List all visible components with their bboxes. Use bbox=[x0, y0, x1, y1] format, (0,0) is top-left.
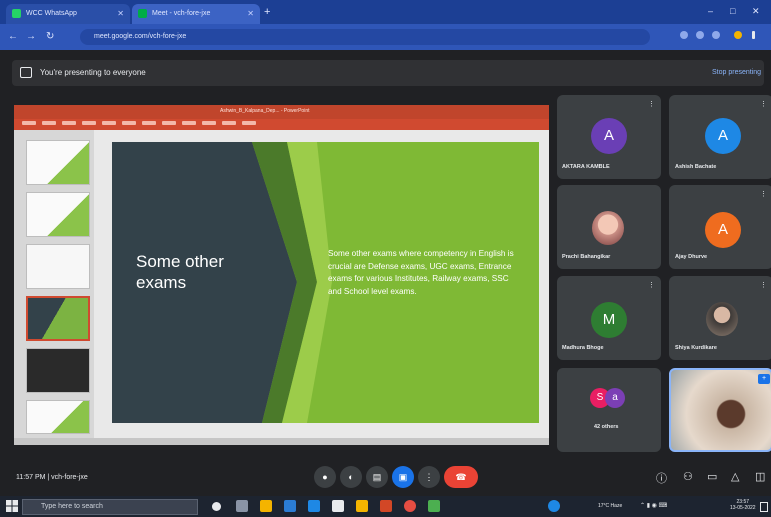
participant-avatar: a bbox=[605, 388, 625, 408]
participant-name: Madhura Bhoge bbox=[562, 345, 604, 351]
cortana-icon[interactable] bbox=[212, 502, 221, 511]
ribbon-tab[interactable] bbox=[242, 121, 256, 125]
ribbon-tab[interactable] bbox=[222, 121, 236, 125]
ribbon-tab[interactable] bbox=[202, 121, 216, 125]
present-screen-icon bbox=[20, 67, 32, 78]
tab-label: Meet - vch-fore-jxe bbox=[152, 10, 211, 17]
participant-avatar: A bbox=[705, 212, 741, 248]
reload-icon[interactable]: ↻ bbox=[46, 31, 54, 42]
present-icon[interactable]: ▣ bbox=[392, 466, 414, 488]
camera-icon[interactable]: ◐ bbox=[340, 466, 362, 488]
ribbon-tab[interactable] bbox=[82, 121, 96, 125]
tab-label: WCC WhatsApp bbox=[26, 10, 77, 17]
file-explorer-icon[interactable] bbox=[260, 500, 272, 512]
back-icon[interactable]: ← bbox=[8, 31, 18, 42]
info-icon[interactable]: ⓘ bbox=[656, 470, 667, 486]
powerpoint-status-bar bbox=[14, 438, 549, 445]
ribbon-tab[interactable] bbox=[42, 121, 56, 125]
mic-muted-icon: ⋮ bbox=[760, 101, 767, 108]
others-tile[interactable] bbox=[557, 368, 661, 452]
windows-start-icon[interactable] bbox=[6, 500, 18, 512]
host-controls-icon[interactable]: ◫ bbox=[755, 470, 765, 483]
participant-avatar: A bbox=[591, 118, 627, 154]
whatsapp-icon bbox=[12, 9, 21, 18]
stop-presenting-button[interactable]: Stop presenting bbox=[712, 69, 761, 76]
more-icon[interactable]: ⋮ bbox=[418, 466, 440, 488]
participant-avatar: A bbox=[705, 118, 741, 154]
app-icon[interactable] bbox=[548, 500, 560, 512]
meet-icon bbox=[138, 9, 147, 18]
slide-thumbnail[interactable] bbox=[26, 192, 90, 237]
taskbar-clock[interactable]: 23:57 13-05-2022 bbox=[730, 499, 756, 511]
slide-thumbnail-selected[interactable] bbox=[26, 296, 90, 341]
participant-name: Ashish Bachate bbox=[675, 164, 717, 170]
browser-tab-whatsapp[interactable]: WCC WhatsApp ✕ bbox=[6, 4, 130, 24]
self-view-tile[interactable] bbox=[669, 368, 771, 452]
meeting-time-code: 11:57 PM | vch-fore-jxe bbox=[16, 474, 88, 481]
forward-icon[interactable]: → bbox=[26, 31, 36, 42]
taskbar-search-input[interactable]: Type here to search bbox=[22, 499, 198, 515]
mic-muted-icon: ⋮ bbox=[648, 282, 655, 289]
slide-thumbnail[interactable] bbox=[26, 348, 90, 393]
people-icon[interactable]: ⚇ bbox=[683, 470, 693, 483]
extension-icon[interactable] bbox=[696, 31, 704, 39]
extension-icon[interactable] bbox=[680, 31, 688, 39]
powerpoint-icon[interactable] bbox=[380, 500, 392, 512]
participant-avatar: M bbox=[591, 302, 627, 338]
slide-body-text: Some other exams where competency in Eng… bbox=[328, 249, 514, 296]
captions-icon[interactable]: ▤ bbox=[366, 466, 388, 488]
url-field[interactable]: meet.google.com/vch-fore-jxe bbox=[80, 29, 650, 45]
browser-tab-meet[interactable]: Meet - vch-fore-jxe ✕ bbox=[132, 4, 260, 24]
new-tab-button[interactable]: + bbox=[264, 6, 270, 18]
ribbon-tab[interactable] bbox=[162, 121, 176, 125]
clock-date: 13-05-2022 bbox=[730, 505, 756, 511]
ribbon-tab[interactable] bbox=[62, 121, 76, 125]
participant-name: AKTARA KAMBLE bbox=[562, 164, 610, 170]
ribbon-tab[interactable] bbox=[142, 121, 156, 125]
chrome-icon[interactable] bbox=[404, 500, 416, 512]
mic-muted-icon: ⋮ bbox=[760, 191, 767, 198]
profile-icon[interactable] bbox=[734, 31, 742, 39]
tray-icons[interactable]: ⌃ ▮ ◉ ⌨ bbox=[640, 502, 667, 509]
slide-thumbnail[interactable] bbox=[26, 140, 90, 185]
minimize-icon[interactable]: – bbox=[708, 6, 713, 16]
maximize-icon[interactable]: □ bbox=[730, 6, 735, 16]
app-icon[interactable] bbox=[428, 500, 440, 512]
extension-icon[interactable] bbox=[712, 31, 720, 39]
ribbon-tab[interactable] bbox=[182, 121, 196, 125]
participant-name: Prachi Bahangikar bbox=[562, 254, 611, 260]
task-view-icon[interactable] bbox=[236, 500, 248, 512]
chat-icon[interactable]: ▭ bbox=[707, 470, 717, 483]
participant-name: Ajay Dhurve bbox=[675, 254, 708, 260]
powerpoint-title: Ashwin_B_Kalpana_Dep... - PowerPoint bbox=[220, 108, 310, 114]
ribbon-tab[interactable] bbox=[122, 121, 136, 125]
ribbon-tab[interactable] bbox=[22, 121, 36, 125]
close-window-icon[interactable]: ✕ bbox=[752, 6, 760, 17]
slide-title: Some other exams bbox=[136, 252, 224, 292]
mic-muted-icon: ⋮ bbox=[760, 282, 767, 289]
participant-photo bbox=[592, 211, 624, 245]
mic-muted-icon: ⋮ bbox=[648, 101, 655, 108]
app-icon[interactable] bbox=[332, 500, 344, 512]
participant-photo bbox=[706, 302, 738, 336]
participant-name: Shiya Kurdikare bbox=[675, 345, 717, 351]
slide-thumbnail[interactable] bbox=[26, 400, 90, 434]
app-icon[interactable] bbox=[356, 500, 368, 512]
mic-icon[interactable]: ● bbox=[314, 466, 336, 488]
system-tray-weather[interactable]: 17°C Haze bbox=[598, 503, 622, 509]
others-count: 42 others bbox=[594, 424, 619, 430]
notifications-icon[interactable] bbox=[760, 502, 768, 512]
store-icon[interactable] bbox=[284, 500, 296, 512]
end-call-icon[interactable]: ☎ bbox=[444, 466, 478, 488]
slide-thumbnail[interactable] bbox=[26, 244, 90, 289]
close-tab-icon[interactable]: ✕ bbox=[117, 9, 124, 18]
ribbon-tab[interactable] bbox=[102, 121, 116, 125]
activities-icon[interactable]: △ bbox=[731, 470, 739, 483]
pin-icon[interactable]: + bbox=[758, 374, 770, 384]
menu-icon[interactable] bbox=[752, 31, 755, 39]
edge-icon[interactable] bbox=[308, 500, 320, 512]
presenting-text: You're presenting to everyone bbox=[40, 68, 146, 77]
close-tab-icon[interactable]: ✕ bbox=[247, 9, 254, 18]
